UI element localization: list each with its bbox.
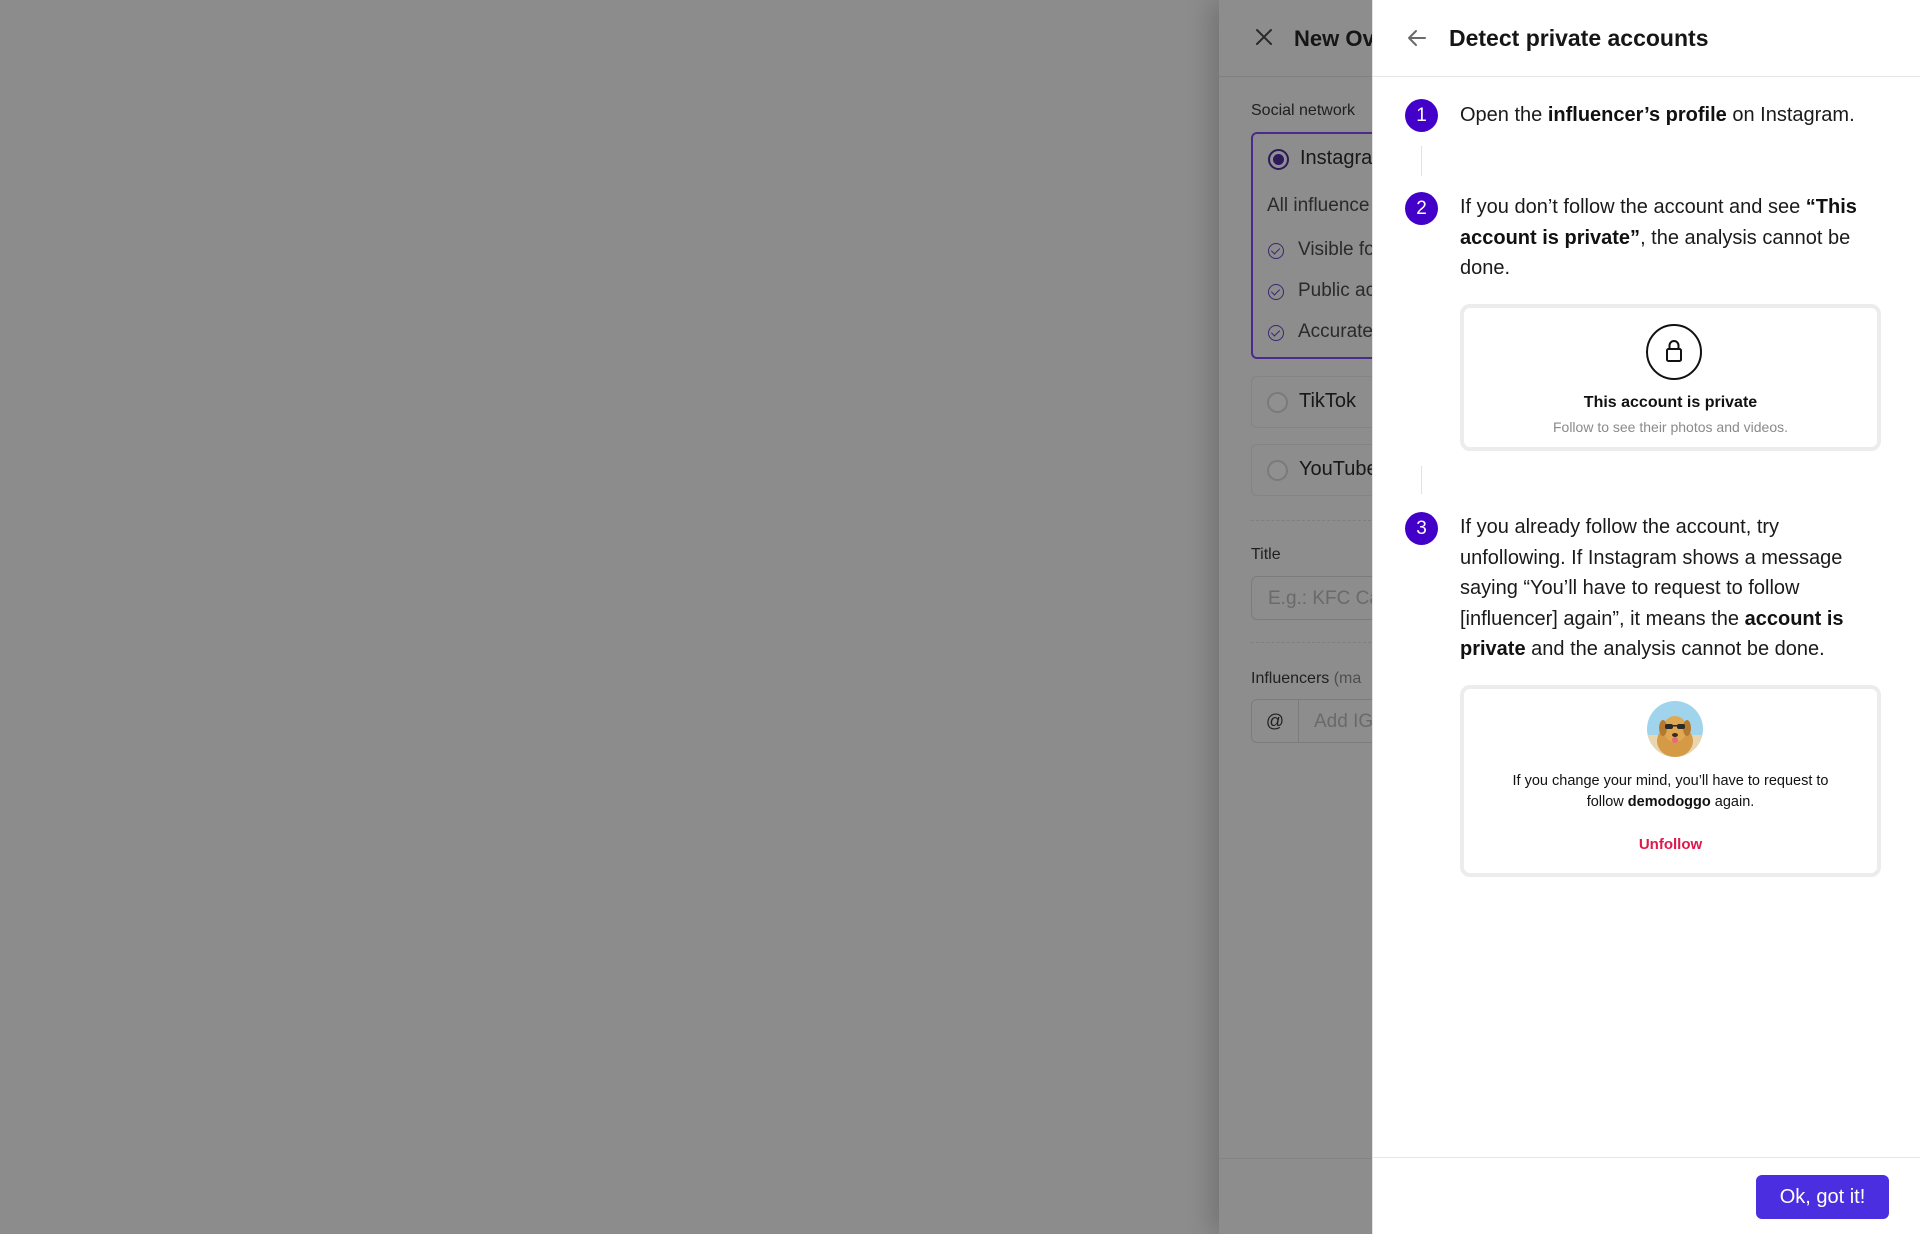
- unfollow-message: If you change your mind, you’ll have to …: [1504, 771, 1837, 813]
- radio-icon: [1267, 392, 1288, 413]
- step-2-text: If you don’t follow the account and see …: [1460, 192, 1880, 284]
- private-title: This account is private: [1583, 394, 1758, 411]
- influencers-placeholder: Add IG: [1314, 711, 1374, 732]
- step-number-badge: 2: [1405, 192, 1438, 225]
- divider: [1251, 642, 1371, 643]
- avatar: [1647, 701, 1703, 757]
- unfollow-preview: If you change your mind, you’ll have to …: [1460, 685, 1881, 877]
- drawer-header: Detect private accounts: [1373, 0, 1920, 77]
- private-account-preview: This account is private Follow to see th…: [1460, 304, 1881, 451]
- private-subtitle: Follow to see their photos and videos.: [1552, 419, 1789, 435]
- step-text-emphasis: influencer’s profile: [1547, 104, 1727, 126]
- lock-icon: [1646, 324, 1702, 380]
- step-text-fragment: Open the: [1460, 104, 1548, 126]
- step-connector: [1421, 146, 1422, 176]
- social-network-label: Social network: [1251, 102, 1356, 119]
- step-number-badge: 1: [1405, 99, 1438, 132]
- step-1-text: Open the influencer’s profile on Instagr…: [1460, 100, 1880, 131]
- step-number-badge: 3: [1405, 512, 1438, 545]
- detect-private-accounts-drawer: Detect private accounts 1 Open the influ…: [1372, 0, 1920, 1234]
- title-label: Title: [1251, 546, 1281, 563]
- title-placeholder: E.g.: KFC Ca: [1268, 588, 1380, 609]
- option-label: YouTube: [1299, 458, 1378, 480]
- unfollow-username: demodoggo: [1627, 794, 1711, 810]
- step-3-text: If you already follow the account, try u…: [1460, 512, 1880, 665]
- step-text-fragment: on Instagram.: [1726, 104, 1855, 126]
- check-icon: [1268, 325, 1284, 341]
- panel-title: New Ov: [1294, 26, 1375, 51]
- influencers-hint: (ma: [1333, 670, 1362, 687]
- step-text-fragment: and the analysis cannot be done.: [1525, 638, 1825, 660]
- step-text-fragment: If you don’t follow the account and see: [1460, 196, 1806, 218]
- check-icon: [1268, 284, 1284, 300]
- step-connector: [1421, 466, 1422, 494]
- feature-item: Accurate: [1298, 321, 1373, 342]
- unfollow-button: Unfollow: [1638, 836, 1703, 853]
- ok-got-it-button[interactable]: Ok, got it!: [1756, 1175, 1889, 1219]
- influencers-label: Influencers (ma: [1251, 670, 1361, 688]
- feature-item: Public ac: [1298, 280, 1376, 301]
- option-subtitle: All influence: [1267, 195, 1370, 216]
- unfollow-message-end: again.: [1710, 794, 1755, 810]
- option-label: TikTok: [1299, 390, 1357, 412]
- check-icon: [1268, 243, 1284, 259]
- arrow-left-icon[interactable]: [1405, 26, 1429, 50]
- close-icon[interactable]: [1252, 25, 1276, 49]
- divider: [1251, 520, 1371, 521]
- radio-selected-icon: [1268, 149, 1289, 170]
- feature-item: Visible fo: [1298, 239, 1375, 260]
- drawer-footer: Ok, got it!: [1373, 1157, 1920, 1234]
- option-label: Instagra: [1300, 147, 1373, 169]
- radio-icon: [1267, 460, 1288, 481]
- influencers-label-text: Influencers: [1251, 670, 1330, 687]
- drawer-title: Detect private accounts: [1449, 25, 1709, 51]
- at-prefix: @: [1252, 700, 1299, 742]
